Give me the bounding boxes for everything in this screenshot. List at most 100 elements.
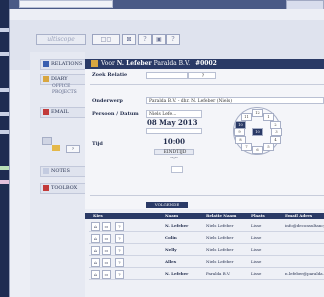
zoek-relatie-button[interactable]: ? [188,72,216,79]
help-icon[interactable]: ? [115,258,124,267]
help-icon[interactable]: ? [66,145,80,153]
toolbar-help-button[interactable]: ? [138,34,152,45]
nav-label: RELATIONS [51,61,83,67]
record-number: #0002 [195,60,217,67]
folder-icon[interactable] [52,145,60,151]
home-icon[interactable]: ⌂ [91,222,100,231]
strip-item[interactable] [0,88,9,92]
cell-plaats: Lisse [251,271,262,276]
cell-naam: Colin [165,235,177,240]
date-picker[interactable] [146,128,202,134]
title-user: N. Lefeber [116,60,152,67]
table-row[interactable]: ⌂ ▭ ? N. Lefeber Paralda B.V. Lisse n.le… [89,269,324,280]
clock-selected-hour[interactable]: 10 [252,128,263,136]
help-icon[interactable]: ? [115,246,124,255]
clock-hour-1[interactable]: 1 [263,113,274,121]
persoon-value: Niels Lefe... [149,112,177,117]
home-icon[interactable]: ⌂ [91,258,100,267]
strip-item[interactable] [0,130,9,134]
nav-label: TOOLBOX [51,185,78,191]
table-row[interactable]: ⌂ ▭ ? N. Lefeber Niels Lefeber Lisse inf… [89,221,324,232]
cell-relatie: Niels Lefeber [206,259,234,264]
strip-item[interactable] [0,112,9,116]
clock-hour-6[interactable]: 6 [252,146,263,154]
eindtijd-label: EINDTIJD [154,149,194,155]
volgende-button[interactable]: VOLGENDE [146,202,188,208]
help-icon[interactable]: ? [115,270,124,279]
time-value[interactable]: 10:00 [152,137,196,146]
nav-label: EMAIL [51,109,69,115]
home-icon[interactable]: ⌂ [91,246,100,255]
cell-plaats: Lisse [251,259,262,264]
table-row[interactable]: ⌂ ▭ ? Allex Niels Lefeber Lisse [89,257,324,268]
home-icon[interactable]: ⌂ [91,234,100,243]
table-row[interactable]: ⌂ ▭ ? Nelly Niels Lefeber Lisse [89,245,324,256]
calendar-icon [43,75,49,82]
nav-relations[interactable]: RELATIONS [40,59,86,70]
top-tab[interactable] [19,0,113,8]
divider [90,195,324,196]
clock-hour-8[interactable]: 8 [235,136,246,144]
cell-relatie: Niels Lefeber [206,247,234,252]
left-strip [0,0,9,297]
cell-email[interactable]: n.lefeber@paralda.nl [285,269,324,279]
envelope-icon [43,108,49,115]
nav-office[interactable]: OFFICE [52,84,70,89]
car-icon[interactable]: ▭ [102,222,111,231]
cell-relatie: Niels Lefeber [206,235,234,240]
record-title-bar: Voor N. Lefeber Paralda B.V. #0002 [85,59,324,69]
toolbar-view-button[interactable]: □◻ [92,34,120,45]
clock-hour-10[interactable]: 10 [235,121,246,129]
clock-hour-7[interactable]: 7 [241,143,252,151]
nav-email[interactable]: EMAIL [40,107,86,118]
search-icon[interactable] [42,137,52,145]
cell-naam: Nelly [165,247,177,252]
onderwerp-label: Onderwerp [92,98,123,104]
date-value[interactable]: 08 May 2013 [147,118,197,127]
help-icon[interactable]: ? [115,222,124,231]
col-email: Email Adres [285,213,313,218]
tijd-label: Tijd [92,141,103,147]
clock-hour-12[interactable]: 12 [252,109,263,117]
clock-hour-3[interactable]: 3 [271,128,282,136]
home-icon[interactable]: ⌂ [91,270,100,279]
cell-naam: N. Lefeber [165,223,189,228]
toolbar-mail-button[interactable]: ⊠ [122,34,136,45]
clock-hour-11[interactable]: 11 [241,113,252,121]
users-icon [43,60,49,67]
col-plaats: Plaats [251,213,265,218]
clock-hour-5[interactable]: 5 [263,143,274,151]
strip-item[interactable] [0,28,9,32]
cell-plaats: Lisse [251,247,262,252]
strip-item[interactable] [0,52,9,56]
nav-label: NOTES [51,168,70,174]
checkbox[interactable] [171,166,183,173]
nav-toolbox[interactable]: TOOLBOX [40,183,86,194]
help-icon[interactable]: ? [115,234,124,243]
table-header: Kies Naam Relatie Naam Plaats Email Adre… [85,213,324,219]
strip-item[interactable] [0,166,9,170]
divider [90,84,324,85]
cell-naam: N. Lefeber [165,271,189,276]
nav-notes[interactable]: NOTES [40,166,86,177]
car-icon[interactable]: ▭ [102,258,111,267]
cell-plaats: Lisse [251,235,262,240]
clock-hour-9[interactable]: 9 [234,128,245,136]
strip-item[interactable] [0,180,9,184]
toolbar-settings-button[interactable]: ▣ [152,34,166,45]
persoon-select[interactable]: Niels Lefe... [146,110,202,118]
car-icon[interactable]: ▭ [102,246,111,255]
toolbar-info-button[interactable]: ? [166,34,180,45]
col-kies: Kies [93,213,103,218]
onderwerp-input[interactable]: Paralda B.V. - dhr. N. Lefeber (Niels) [146,97,324,104]
eindtijd-value[interactable]: --:-- [154,156,194,161]
col-relatie-naam: Relatie Naam [206,213,237,218]
car-icon[interactable]: ▭ [102,270,111,279]
table-row[interactable]: ⌂ ▭ ? Colin Niels Lefeber Lisse [89,233,324,244]
title-prefix: Voor [101,60,115,67]
cell-plaats: Lisse [251,223,262,228]
nav-projects[interactable]: PROJECTS [52,90,77,95]
zoek-relatie-input[interactable] [146,72,188,79]
car-icon[interactable]: ▭ [102,234,111,243]
cell-email[interactable]: info@deconsultancy [285,221,324,231]
